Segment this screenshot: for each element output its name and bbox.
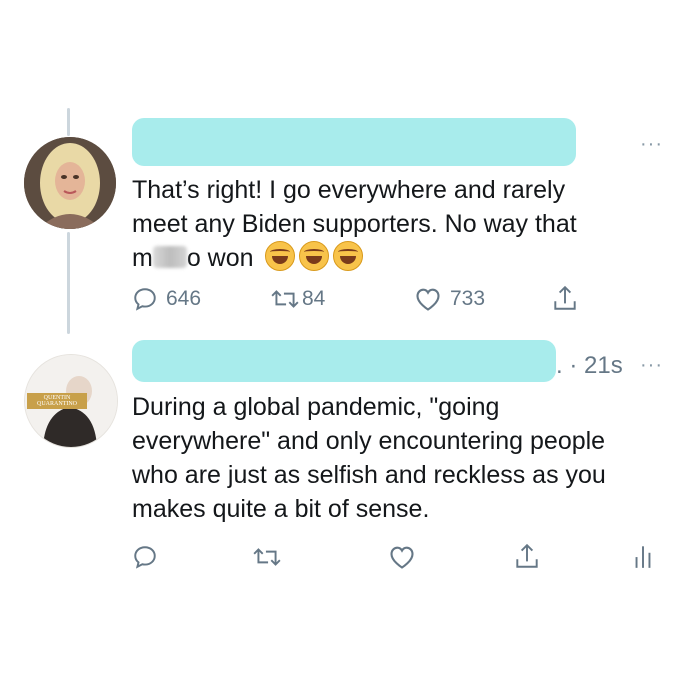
- tweet-text-line: makes quite a bit of sense.: [132, 495, 430, 523]
- avatar-tweet-1[interactable]: [24, 137, 116, 229]
- tweet-timestamp[interactable]: . · 21s: [556, 352, 623, 380]
- tweet-text-2: During a global pandemic, "going everywh…: [132, 390, 606, 526]
- laughing-emoji-icon: [298, 241, 329, 271]
- more-icon[interactable]: ···: [640, 355, 663, 375]
- laughing-emoji-icon: [332, 241, 363, 271]
- tweet-text-line: meet any Biden supporters. No way that: [132, 210, 577, 238]
- share-button[interactable]: [514, 542, 540, 570]
- retweet-button[interactable]: 84: [270, 286, 325, 312]
- tweet-text-line: During a global pandemic, "going: [132, 393, 500, 421]
- tweet-text-line: everywhere" and only encountering people: [132, 427, 606, 455]
- tweet-text-line: who are just as selfish and reckless as …: [132, 461, 606, 489]
- retweet-icon: [271, 290, 299, 308]
- tweet-text-1: That’s right! I go everywhere and rarely…: [132, 173, 577, 275]
- share-icon: [554, 285, 576, 310]
- tweet-text-fragment: m: [132, 244, 153, 272]
- thread-line-top: [67, 108, 70, 136]
- reply-button[interactable]: [132, 544, 158, 570]
- thread-connector-line: [67, 232, 70, 334]
- retweet-count: 84: [302, 287, 326, 310]
- reply-count: 646: [166, 287, 202, 310]
- share-icon: [516, 543, 538, 568]
- laughing-emoji-icon: [264, 241, 295, 271]
- tweet-text-fragment: o won: [186, 244, 254, 272]
- analytics-icon: [635, 546, 651, 568]
- redacted-username-2: [132, 340, 556, 382]
- reply-button[interactable]: 646: [132, 286, 201, 312]
- redacted-username-1: [132, 118, 576, 166]
- more-icon[interactable]: ···: [640, 134, 663, 154]
- like-button[interactable]: 733: [414, 286, 485, 312]
- censor-blur: [152, 246, 187, 268]
- retweet-icon: [253, 548, 281, 566]
- share-button[interactable]: [552, 284, 578, 312]
- like-count: 733: [450, 287, 486, 310]
- like-button[interactable]: [388, 544, 416, 570]
- analytics-button[interactable]: [632, 542, 654, 570]
- like-icon: [390, 546, 414, 569]
- reply-icon: [134, 288, 156, 311]
- avatar-badge-text: QUENTIN QUARANTINO: [37, 395, 77, 407]
- like-icon: [416, 288, 440, 311]
- avatar-tweet-2[interactable]: QUENTIN QUARANTINO: [24, 354, 118, 448]
- tweet-text-line: That’s right! I go everywhere and rarely: [132, 176, 566, 204]
- reply-icon: [134, 546, 156, 569]
- tweet-text-line: m o won: [132, 241, 577, 275]
- retweet-button[interactable]: [252, 544, 282, 570]
